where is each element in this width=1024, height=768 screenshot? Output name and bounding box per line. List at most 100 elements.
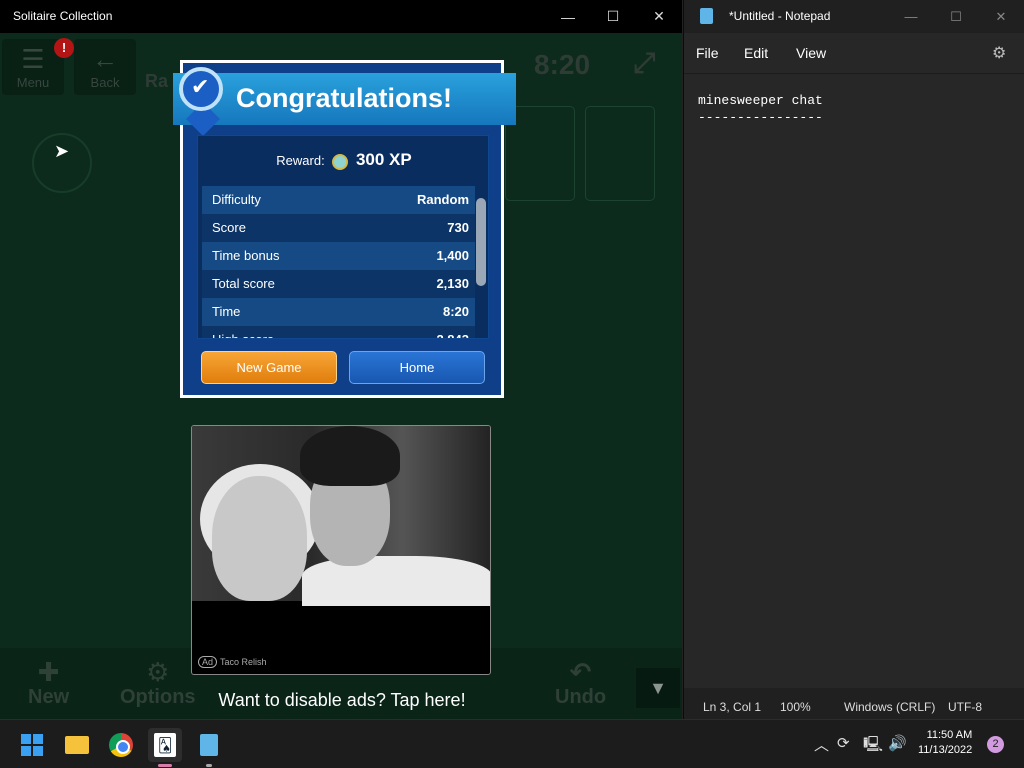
- congratulations-dialog: ✔ Congratulations! Reward: 300 XP Diffic…: [173, 60, 516, 398]
- menu-view[interactable]: View: [796, 45, 826, 61]
- dialog-title: Congratulations!: [236, 83, 452, 113]
- notification-badge[interactable]: 2: [987, 736, 1004, 753]
- ad-banner[interactable]: Ad Taco Relish: [191, 425, 491, 675]
- result-row: Time bonus 1,400: [202, 242, 475, 270]
- mouse-cursor-icon: ➤: [54, 141, 70, 161]
- minimize-button[interactable]: —: [545, 0, 591, 33]
- ad-photo-shape: [212, 476, 307, 601]
- plus-icon: ✚: [37, 657, 60, 687]
- line-ending: Windows (CRLF): [844, 700, 936, 714]
- new-game-button[interactable]: New Game: [201, 351, 337, 384]
- menu-edit[interactable]: Edit: [744, 45, 768, 61]
- volume-icon[interactable]: 🔊: [888, 734, 907, 752]
- solitaire-window-title: Solitaire Collection: [13, 9, 113, 23]
- back-arrow-icon: ←: [92, 44, 118, 74]
- chevron-up-icon[interactable]: ︿: [814, 734, 829, 755]
- windows-logo-icon: [21, 734, 43, 756]
- sync-icon[interactable]: ⟳: [837, 734, 850, 752]
- back-label: Back: [90, 75, 120, 90]
- close-button[interactable]: ✕: [978, 0, 1024, 33]
- start-button[interactable]: [15, 728, 49, 762]
- options-label: Options: [120, 686, 196, 708]
- clock-time: 11:50 AM: [926, 729, 973, 741]
- result-row: Score 730: [202, 214, 475, 242]
- taskbar: 🂡 ︿ ⟳ 🖳 🔊 11:50 AM 11/13/2022 2: [0, 719, 1024, 768]
- maximize-icon: ☐: [950, 8, 962, 24]
- undo-icon: ↶: [569, 657, 592, 687]
- notepad-window: *Untitled - Notepad — ☐ ✕ File Edit View…: [684, 0, 1024, 719]
- running-indicator: [206, 764, 212, 767]
- chrome-icon: [109, 733, 133, 757]
- notepad-title-bar[interactable]: *Untitled - Notepad — ☐ ✕: [684, 0, 1024, 33]
- cursor-position: Ln 3, Col 1: [703, 700, 762, 714]
- undo-label: Undo: [555, 686, 607, 708]
- close-button[interactable]: ✕: [636, 0, 682, 33]
- fullscreen-icon[interactable]: ⤢: [633, 47, 655, 80]
- gear-icon: ⚙: [146, 657, 170, 687]
- notepad-status-bar: Ln 3, Col 1 100% Windows (CRLF) UTF-8: [684, 692, 1024, 719]
- minimize-icon: —: [561, 8, 575, 25]
- advertiser-name: Taco Relish: [220, 657, 267, 667]
- menu-file[interactable]: File: [696, 45, 719, 61]
- result-row: Total score 2,130: [202, 270, 475, 298]
- mode-label: Ra: [145, 71, 169, 91]
- zoom-level: 100%: [780, 700, 811, 714]
- ad-image: [192, 426, 490, 606]
- clock[interactable]: 11:50 AM 11/13/2022: [918, 728, 972, 758]
- chrome-button[interactable]: [104, 728, 138, 762]
- chevron-down-icon: ▼: [649, 678, 667, 698]
- settings-gear-icon[interactable]: ⚙: [992, 43, 1006, 63]
- result-row: High score2,843: [202, 326, 475, 338]
- folder-icon: [65, 736, 89, 754]
- ad-photo-shape: [300, 426, 400, 486]
- network-icon[interactable]: 🖳: [863, 734, 883, 759]
- notepad-icon: [200, 734, 218, 756]
- home-button[interactable]: Home: [349, 351, 485, 384]
- cards-icon: 🂡: [154, 733, 176, 757]
- solitaire-window: Solitaire Collection — ☐ ✕ ☰ Menu ! ← Ba…: [0, 0, 683, 719]
- results-panel[interactable]: Reward: 300 XP Difficulty Random Score 730…: [197, 135, 489, 339]
- back-button[interactable]: ← Back: [74, 39, 136, 95]
- maximize-button[interactable]: ☐: [590, 0, 636, 33]
- notepad-text-area[interactable]: minesweeper chat ----------------: [684, 73, 1024, 688]
- menu-label: Menu: [16, 75, 50, 90]
- maximize-button[interactable]: ☐: [933, 0, 979, 33]
- undo-button[interactable]: ↶ Undo: [555, 658, 606, 709]
- ad-attribution: Ad Taco Relish: [198, 656, 267, 668]
- reward-value: 300 XP: [355, 150, 412, 169]
- ad-tag: Ad: [198, 656, 218, 668]
- reward-line: Reward: 300 XP: [198, 150, 488, 170]
- new-button[interactable]: ✚ New: [28, 658, 69, 709]
- notepad-window-title: *Untitled - Notepad: [729, 9, 831, 23]
- minimize-button[interactable]: —: [888, 0, 934, 33]
- active-indicator: [158, 764, 172, 767]
- foundation-slot[interactable]: [585, 106, 655, 201]
- close-icon: ✕: [653, 8, 665, 24]
- timer: 8:20: [534, 49, 591, 80]
- minimize-icon: —: [904, 9, 918, 24]
- results-scrollbar[interactable]: [476, 198, 486, 286]
- maximize-icon: ☐: [606, 8, 620, 24]
- close-icon: ✕: [995, 8, 1007, 24]
- encoding: UTF-8: [948, 700, 982, 714]
- options-button[interactable]: ⚙ Options: [120, 658, 196, 709]
- notepad-icon: [700, 8, 713, 24]
- desktop: Solitaire Collection — ☐ ✕ ☰ Menu ! ← Ba…: [0, 0, 1024, 768]
- result-row: Difficulty Random: [202, 186, 475, 214]
- result-row: Time 8:20: [202, 298, 475, 326]
- notepad-taskbar-button[interactable]: [192, 728, 226, 762]
- dialog-banner: ✔ Congratulations!: [173, 67, 516, 136]
- alert-badge: !: [54, 38, 74, 58]
- reward-label: Reward:: [276, 153, 325, 168]
- clock-date: 11/13/2022: [918, 744, 973, 756]
- xp-icon: [332, 153, 349, 170]
- file-explorer-button[interactable]: [60, 728, 94, 762]
- medal-icon: ✔: [179, 67, 223, 111]
- notepad-content[interactable]: minesweeper chat ----------------: [698, 92, 823, 126]
- new-label: New: [28, 686, 70, 708]
- solitaire-taskbar-button[interactable]: 🂡: [148, 728, 182, 762]
- expand-toolbar-button[interactable]: ▼: [636, 668, 680, 708]
- solitaire-title-bar[interactable]: Solitaire Collection — ☐ ✕: [0, 0, 682, 33]
- notepad-menu-bar: File Edit View ⚙: [684, 33, 1024, 73]
- disable-ads-link[interactable]: Want to disable ads? Tap here!: [192, 690, 492, 711]
